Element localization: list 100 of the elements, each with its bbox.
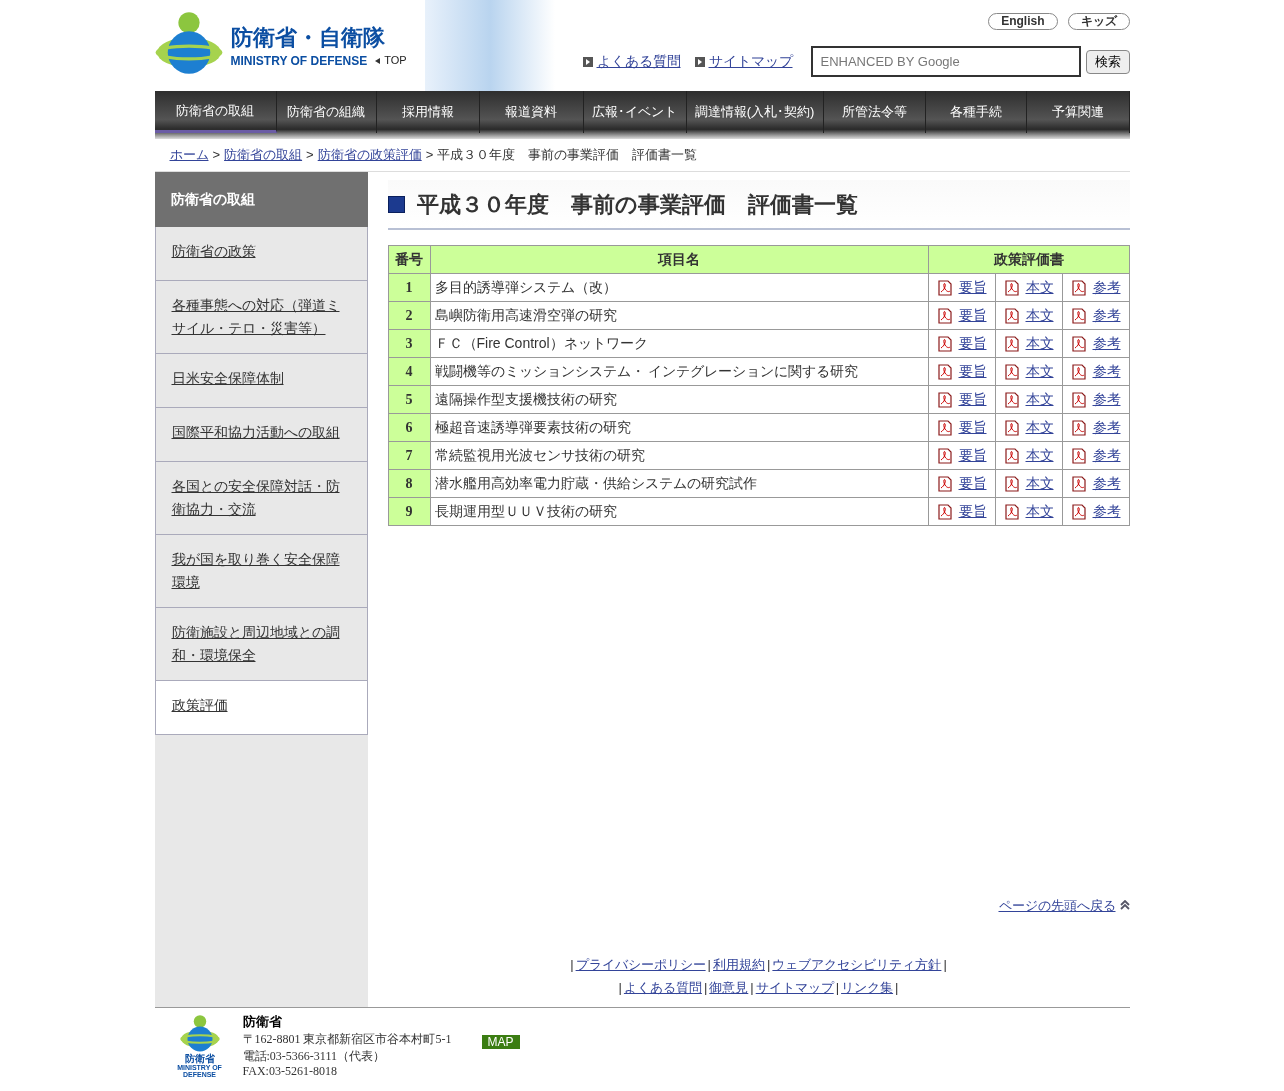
separator: | — [570, 956, 574, 974]
pdf-icon — [1070, 307, 1087, 324]
page-top-link[interactable]: ページの先頭へ戻る — [998, 895, 1116, 915]
column-header: 政策評価書 — [928, 245, 1129, 274]
triangle-left-icon — [375, 57, 381, 64]
header-link[interactable]: よくある質問 — [596, 51, 681, 72]
pdf-icon — [1070, 279, 1087, 296]
separator: | — [703, 979, 708, 997]
pdf-icon — [1070, 391, 1087, 408]
table-cell: 5 — [388, 385, 430, 414]
pdf-icon — [936, 279, 953, 296]
pdf-icon — [1070, 419, 1087, 436]
nav-tab[interactable]: 広報･イベント — [583, 91, 687, 133]
nav-tab[interactable]: 防衛省の組織 — [276, 91, 377, 133]
pdf-icon — [1070, 503, 1087, 520]
table-cell: 多目的誘導弾システム（改） — [430, 273, 928, 302]
sidebar-title: 防衛省の取組 — [154, 172, 368, 227]
search-field[interactable]: ENHANCED BY Google — [810, 46, 1081, 77]
table-cell: 潜水艦用高効率電力貯蔵・供給システムの研究試作 — [430, 469, 928, 498]
separator: | — [618, 979, 622, 997]
separator: | — [835, 979, 840, 997]
breadcrumb-link[interactable]: ホーム — [169, 145, 209, 165]
address: 〒162-8801 東京都新宿区市谷本村町5-1 — [242, 1031, 452, 1047]
table-cell: 遠隔操作型支援機技術の研究 — [430, 385, 928, 414]
breadcrumb-separator: > — [306, 146, 314, 165]
table-cell: 4 — [388, 357, 430, 386]
footer-link[interactable]: 利用規約 — [711, 953, 767, 976]
sidebar-item[interactable]: 防衛施設と周辺地域との調和・環境保全 — [154, 608, 368, 681]
pdf-icon — [1003, 279, 1020, 296]
pdf-icon — [1003, 503, 1020, 520]
nav-tab[interactable]: 報道資料 — [479, 91, 584, 133]
nav-tab[interactable]: 防衛省の取組 — [154, 91, 277, 133]
table-cell: 6 — [388, 413, 430, 442]
footer-link[interactable]: 御意見 — [707, 976, 751, 999]
footer-link[interactable]: プライバシーポリシー — [573, 953, 708, 976]
pdf-icon — [1003, 475, 1020, 492]
breadcrumb-link[interactable]: 防衛省の取組 — [224, 145, 303, 165]
table-cell: 8 — [388, 469, 430, 498]
table-cell: 戦闘機等のミッションシステム・ インテグレーションに関する研究 — [430, 357, 928, 386]
header-link[interactable]: サイトマップ — [708, 51, 793, 72]
table-cell: 9 — [388, 497, 430, 526]
top-link[interactable]: TOP — [375, 52, 407, 69]
map-button[interactable]: MAP — [481, 1035, 520, 1049]
table-cell: 島嶼防衛用高速滑空弾の研究 — [430, 301, 928, 330]
separator: | — [707, 956, 711, 974]
arrow-icon — [694, 56, 705, 67]
breadcrumb-link[interactable]: 防衛省の政策評価 — [317, 145, 422, 165]
table-cell: 2 — [388, 301, 430, 330]
pdf-icon — [1003, 419, 1020, 436]
pdf-icon — [1070, 335, 1087, 352]
table-cell: 極超音速誘導弾要素技術の研究 — [430, 413, 928, 442]
square-icon — [387, 195, 405, 213]
table-cell: ＦＣ（Fire Control）ネットワーク — [430, 329, 928, 358]
sidebar-item[interactable]: 国際平和協力活動への取組 — [154, 408, 368, 462]
separator: | — [750, 979, 754, 997]
pdf-icon — [936, 363, 953, 380]
pdf-icon — [1070, 475, 1087, 492]
pdf-icon — [1003, 391, 1020, 408]
pdf-icon — [1070, 447, 1087, 464]
sidebar-item[interactable]: 防衛省の政策 — [154, 227, 368, 281]
footer-link[interactable]: ウェブアクセシビリティ方針 — [770, 953, 944, 976]
breadcrumb-separator: > — [425, 146, 434, 165]
nav-tab[interactable]: 調達情報(入札･契約) — [686, 91, 824, 133]
separator: | — [767, 956, 771, 974]
pdf-icon — [1003, 307, 1020, 324]
page-title: 平成３０年度 事前の事業評価 評価書一覧 — [416, 190, 858, 219]
phone: 電話:03-5366-3111（代表） — [242, 1049, 386, 1064]
logo-title: 防衛省・自衛隊 — [230, 24, 386, 52]
breadcrumb-current: 平成３０年度 事前の事業評価 評価書一覧 — [437, 146, 698, 165]
footer-logo-icon — [179, 1014, 220, 1054]
footer-link[interactable]: よくある質問 — [621, 976, 704, 999]
pdf-icon — [936, 391, 953, 408]
logo-subtitle: MINISTRY OF DEFENSE — [230, 52, 368, 70]
double-chevron-up-icon — [1119, 900, 1130, 911]
breadcrumb-separator: > — [212, 146, 221, 165]
nav-tab[interactable]: 予算関連 — [1026, 91, 1130, 133]
nav-tab[interactable]: 各種手続 — [925, 91, 1027, 133]
footer-link[interactable]: リンク集 — [839, 976, 896, 999]
sidebar-item[interactable]: 我が国を取り巻く安全保障環境 — [154, 535, 368, 608]
sidebar-item[interactable]: 日米安全保障体制 — [154, 354, 368, 408]
nav-tab[interactable]: 所管法令等 — [823, 91, 926, 133]
table-cell: 1 — [388, 273, 430, 302]
sidebar-item[interactable]: 各国との安全保障対話・防衛協力・交流 — [154, 462, 368, 535]
nav-tab[interactable]: 採用情報 — [376, 91, 480, 133]
pdf-icon — [1003, 363, 1020, 380]
sidebar-item[interactable]: 政策評価 — [154, 681, 368, 735]
language-button[interactable]: English — [988, 13, 1058, 30]
pdf-icon — [936, 419, 953, 436]
sidebar-item[interactable]: 各種事態への対応（弾道ミサイル・テロ・災害等） — [154, 281, 368, 354]
search-button[interactable]: 検索 — [1085, 49, 1130, 74]
pdf-icon — [1070, 363, 1087, 380]
column-header: 項目名 — [430, 245, 928, 274]
pdf-icon — [936, 307, 953, 324]
pdf-icon — [936, 475, 953, 492]
pdf-icon — [1003, 335, 1020, 352]
footer-link[interactable]: サイトマップ — [753, 976, 836, 999]
table-cell: 7 — [388, 441, 430, 470]
language-button[interactable]: キッズ — [1067, 13, 1130, 30]
pdf-icon — [1003, 447, 1020, 464]
separator: | — [943, 956, 947, 974]
